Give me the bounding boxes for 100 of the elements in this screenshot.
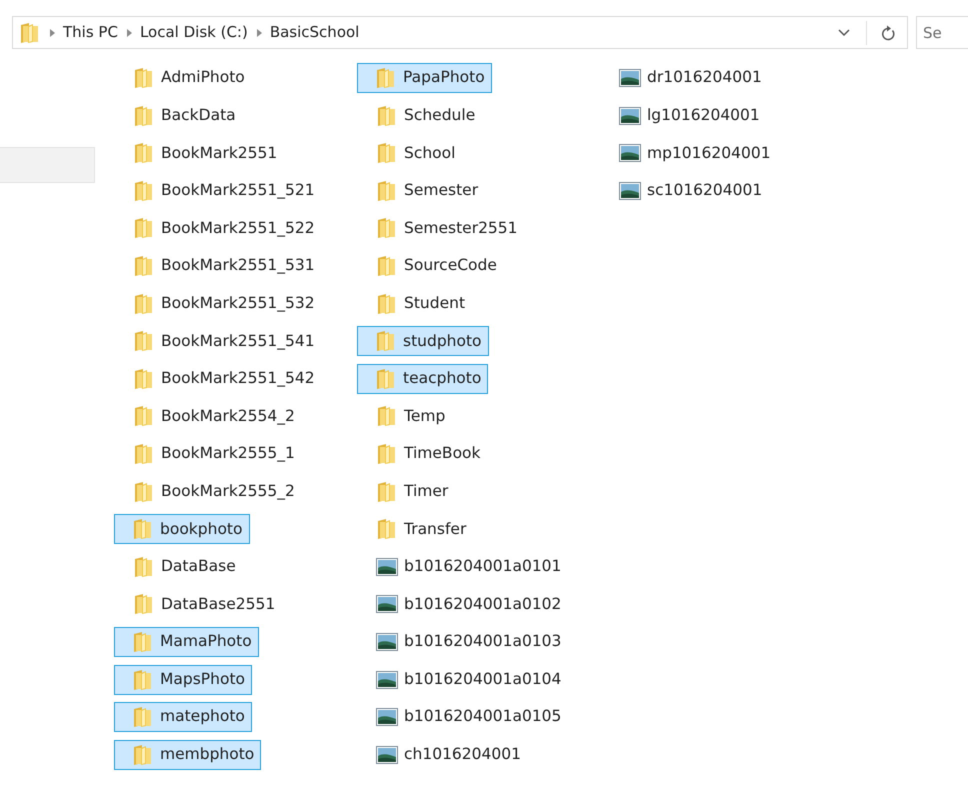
folder-icon bbox=[376, 292, 398, 315]
folder-icon bbox=[132, 744, 154, 766]
file-name: PapaPhoto bbox=[403, 67, 485, 88]
file-item[interactable]: BookMark2551_522 bbox=[122, 213, 322, 244]
address-bar[interactable]: This PC Local Disk (C:) BasicSchool bbox=[12, 16, 908, 49]
file-item[interactable]: Transfer bbox=[365, 514, 474, 544]
file-item[interactable]: Temp bbox=[365, 401, 452, 432]
folder-icon bbox=[133, 480, 155, 503]
folder-icon bbox=[375, 368, 397, 390]
folder-icon bbox=[133, 330, 155, 352]
folder-icon bbox=[375, 330, 397, 352]
file-item[interactable]: BookMark2551_532 bbox=[122, 288, 322, 319]
image-file-icon bbox=[376, 630, 398, 653]
file-item[interactable]: Student bbox=[365, 288, 472, 319]
file-name: lg1016204001 bbox=[647, 104, 760, 126]
file-item[interactable]: BookMark2555_2 bbox=[122, 476, 302, 507]
file-item[interactable]: Schedule bbox=[365, 100, 482, 131]
file-item[interactable]: studphoto bbox=[357, 326, 489, 356]
file-item[interactable]: BookMark2551_541 bbox=[122, 326, 322, 356]
file-item[interactable]: ch1016204001 bbox=[365, 740, 528, 770]
file-item[interactable]: AdmiPhoto bbox=[122, 63, 252, 93]
file-item[interactable]: BookMark2551_521 bbox=[122, 176, 322, 206]
folder-icon bbox=[19, 22, 41, 44]
file-item[interactable]: BookMark2554_2 bbox=[122, 401, 302, 432]
file-name: Student bbox=[404, 292, 466, 314]
file-name: dr1016204001 bbox=[647, 67, 762, 88]
file-name: Temp bbox=[404, 406, 446, 427]
file-name: b1016204001a0104 bbox=[404, 668, 562, 690]
file-item[interactable]: MamaPhoto bbox=[114, 626, 259, 657]
folder-icon bbox=[133, 180, 155, 202]
chevron-icon bbox=[126, 28, 132, 36]
folder-icon bbox=[133, 104, 155, 127]
file-item[interactable]: PapaPhoto bbox=[357, 63, 492, 93]
folder-icon bbox=[133, 142, 155, 164]
file-item[interactable]: BookMark2551 bbox=[122, 138, 284, 168]
file-item[interactable]: b1016204001a0101 bbox=[365, 552, 568, 582]
folder-icon bbox=[133, 67, 155, 89]
file-name: Semester bbox=[404, 180, 478, 202]
folder-icon bbox=[133, 593, 155, 616]
folder-icon bbox=[132, 706, 154, 728]
file-name: ch1016204001 bbox=[404, 744, 521, 766]
file-item[interactable]: School bbox=[365, 138, 462, 168]
file-item[interactable]: matephoto bbox=[114, 702, 252, 732]
file-item[interactable]: BookMark2551_531 bbox=[122, 250, 322, 281]
file-item[interactable]: BookMark2551_542 bbox=[122, 364, 322, 394]
file-item[interactable]: BookMark2555_1 bbox=[122, 438, 302, 469]
refresh-icon[interactable] bbox=[881, 24, 895, 40]
file-item[interactable]: Semester2551 bbox=[365, 213, 525, 244]
file-item[interactable]: BackData bbox=[122, 100, 243, 131]
file-name: BookMark2551_522 bbox=[161, 218, 315, 239]
file-name: BookMark2551_532 bbox=[161, 292, 315, 314]
file-item[interactable]: TimeBook bbox=[365, 438, 488, 469]
dropdown-icon[interactable] bbox=[838, 28, 850, 36]
file-item[interactable]: membphoto bbox=[114, 740, 262, 770]
file-name: BookMark2555_1 bbox=[161, 443, 295, 464]
folder-icon bbox=[133, 405, 155, 428]
file-item[interactable]: b1016204001a0103 bbox=[365, 626, 568, 657]
file-item[interactable]: b1016204001a0105 bbox=[365, 702, 568, 732]
file-item[interactable]: dr1016204001 bbox=[608, 63, 769, 93]
breadcrumb-segment[interactable]: BasicSchool bbox=[270, 21, 360, 44]
file-name: Transfer bbox=[404, 518, 466, 540]
file-item[interactable]: b1016204001a0104 bbox=[365, 664, 568, 694]
file-item[interactable]: DataBase2551 bbox=[122, 589, 282, 620]
file-item[interactable]: b1016204001a0102 bbox=[365, 589, 568, 620]
folder-icon bbox=[132, 668, 154, 690]
folder-icon bbox=[376, 480, 398, 503]
breadcrumb-segment[interactable]: Local Disk (C:) bbox=[140, 21, 248, 44]
file-name: matephoto bbox=[160, 706, 245, 728]
folder-icon bbox=[376, 442, 398, 465]
folder-icon bbox=[375, 67, 397, 89]
file-item[interactable]: Timer bbox=[365, 476, 456, 507]
file-item[interactable]: mp1016204001 bbox=[608, 138, 778, 168]
file-item[interactable]: teacphoto bbox=[357, 364, 488, 394]
file-name: BookMark2551 bbox=[161, 142, 278, 164]
file-name: BookMark2551_542 bbox=[161, 368, 315, 390]
image-file-icon bbox=[619, 180, 641, 202]
file-item[interactable]: SourceCode bbox=[365, 250, 504, 281]
image-file-icon bbox=[619, 67, 641, 89]
file-item[interactable]: sc1016204001 bbox=[608, 176, 770, 206]
file-name: DataBase2551 bbox=[161, 594, 276, 615]
file-item[interactable]: MapsPhoto bbox=[114, 664, 252, 694]
file-name: b1016204001a0102 bbox=[404, 594, 562, 615]
file-name: teacphoto bbox=[403, 368, 482, 390]
image-file-icon bbox=[619, 104, 641, 127]
search-field[interactable]: Se bbox=[916, 16, 968, 49]
chevron-icon bbox=[256, 28, 262, 36]
folder-icon bbox=[133, 292, 155, 315]
breadcrumb-segment[interactable]: This PC bbox=[63, 21, 118, 44]
file-name: sc1016204001 bbox=[647, 180, 762, 202]
file-item[interactable]: bookphoto bbox=[114, 514, 250, 544]
file-item[interactable]: Semester bbox=[365, 176, 486, 206]
folder-icon bbox=[376, 405, 398, 428]
folder-icon bbox=[133, 254, 155, 277]
file-name: BackData bbox=[161, 104, 236, 126]
file-item[interactable]: lg1016204001 bbox=[608, 100, 767, 131]
folder-icon bbox=[376, 142, 398, 164]
image-file-icon bbox=[376, 593, 398, 616]
file-name: b1016204001a0105 bbox=[404, 706, 562, 728]
file-item[interactable]: DataBase bbox=[122, 552, 243, 582]
folder-icon bbox=[376, 518, 398, 540]
